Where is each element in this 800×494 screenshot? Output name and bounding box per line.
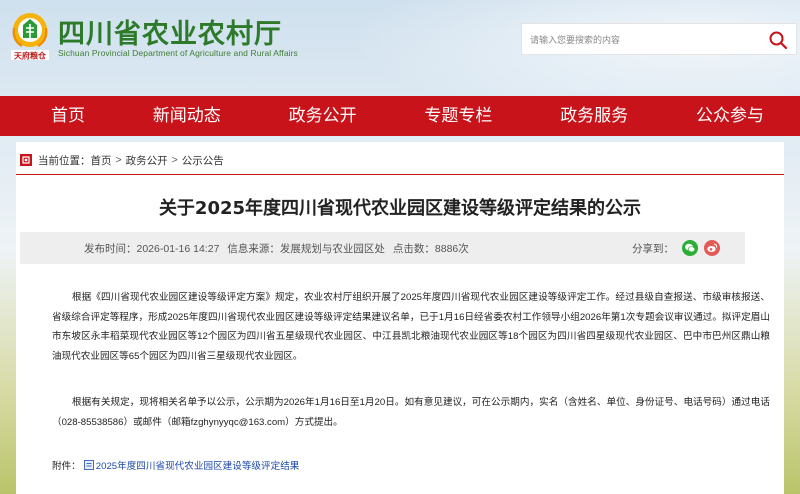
main-nav: 首页 新闻动态 政务公开 专题专栏 政务服务 公众参与 [0, 96, 800, 136]
breadcrumb-announcements[interactable]: 公示公告 [182, 153, 224, 168]
breadcrumb-prefix: 当前位置： [38, 154, 91, 167]
wechat-share-icon[interactable] [682, 240, 698, 256]
article-title: 关于2025年度四川省现代农业园区建设等级评定结果的公示 [158, 198, 642, 219]
breadcrumb-separator: > [115, 154, 122, 166]
breadcrumb-divider [16, 174, 784, 175]
nav-item-services[interactable]: 政务服务 [560, 96, 628, 136]
weibo-share-icon[interactable] [704, 240, 720, 256]
article-meta: 发布时间：2026-01-16 14:27 信息来源：发展规划与农业园区处 点击数：… [84, 241, 469, 256]
source: 发展规划与农业园区处 [279, 243, 385, 255]
location-icon [20, 154, 32, 166]
nav-item-topics[interactable]: 专题专栏 [424, 96, 492, 136]
article-paragraph-1: 根据《四川省现代农业园区建设等级评定方案》规定，农业农村厅组织开展了2025年度… [52, 292, 770, 362]
logo-emblem-caption: 天府粮仓 [14, 51, 47, 61]
source-label: 信息来源： [227, 243, 280, 255]
nav-item-home[interactable]: 首页 [51, 96, 85, 136]
article-paragraph-2: 根据有关规定，现将相关名单予以公示，公示期为2026年1月16日至1月20日。如… [52, 397, 770, 428]
attachment: 附件： 2025年度四川省现代农业园区建设等级评定结果 [52, 458, 299, 472]
search-input[interactable] [530, 30, 760, 50]
attachment-label: 附件： [52, 461, 81, 472]
article-container: 当前位置： 首页 > 政务公开 > 公示公告 关于2025年度四川省现代农业园区… [16, 142, 784, 494]
logo-emblem-icon[interactable]: 天府粮仓 [8, 10, 52, 62]
site-title[interactable]: 四川省农业农村厅 [58, 12, 282, 51]
article-meta-bar: 发布时间：2026-01-16 14:27 信息来源：发展规划与农业园区处 点击数：… [20, 232, 745, 264]
breadcrumb-home[interactable]: 首页 [91, 153, 112, 168]
search-box [521, 23, 797, 55]
breadcrumb-gov-affairs[interactable]: 政务公开 [126, 153, 168, 168]
site-title-en: Sichuan Provincial Department of Agricul… [58, 48, 298, 58]
nav-item-gov-affairs[interactable]: 政务公开 [289, 96, 357, 136]
breadcrumb: 当前位置： 首页 > 政务公开 > 公示公告 [20, 152, 224, 168]
nav-item-news[interactable]: 新闻动态 [153, 96, 221, 136]
click-count: 8886次 [434, 243, 469, 255]
document-icon [83, 460, 94, 470]
breadcrumb-separator: > [171, 154, 178, 166]
share-bar: 分享到： [632, 240, 726, 256]
attachment-link[interactable]: 2025年度四川省现代农业园区建设等级评定结果 [96, 458, 300, 472]
publish-time: 2026-01-16 14:27 [136, 243, 220, 255]
clicks-label: 点击数： [392, 243, 435, 255]
publish-time-label: 发布时间： [84, 243, 137, 255]
site-header: 天府粮仓 四川省农业农村厅 Sichuan Provincial Departm… [0, 0, 800, 96]
nav-item-public-participation[interactable]: 公众参与 [696, 96, 764, 136]
share-label: 分享到： [632, 242, 674, 255]
search-icon[interactable] [768, 30, 788, 50]
